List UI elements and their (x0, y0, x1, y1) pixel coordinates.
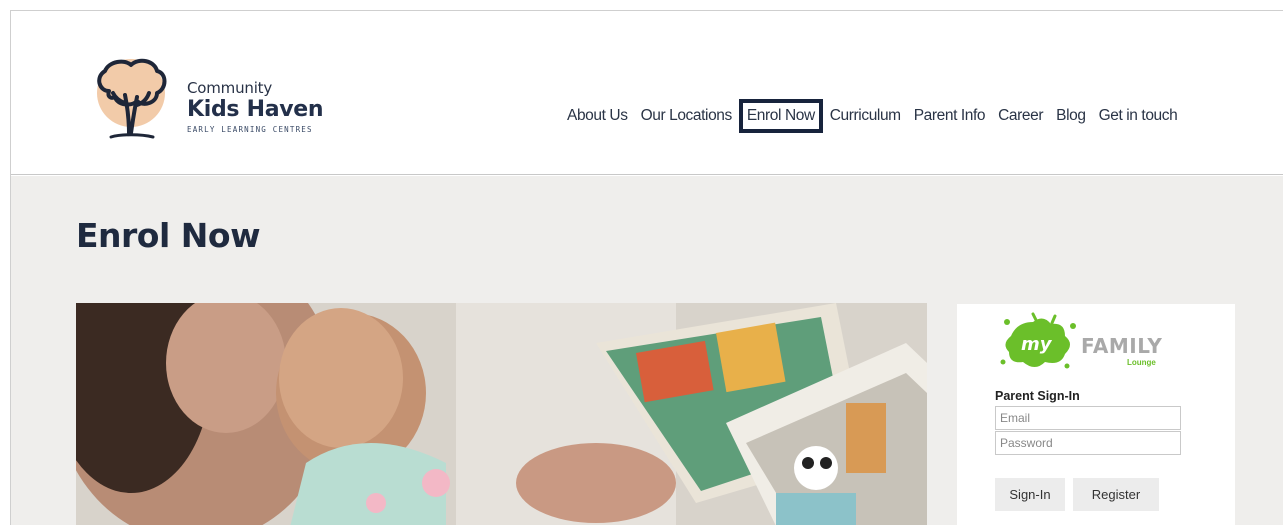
family-lounge-panel: my FAMILY Lounge Parent Sign-In Sign-In … (957, 304, 1235, 525)
brand-line-name: Kids Haven (187, 97, 324, 122)
nav-get-in-touch[interactable]: Get in touch (1099, 105, 1178, 127)
tree-logo-icon (97, 58, 167, 139)
logo-word-my: my (1021, 334, 1052, 355)
parent-signin-heading: Parent Sign-In (995, 389, 1080, 403)
main-content: Enrol Now my FAMILY Lounge Parent Sign-I… (11, 176, 1283, 525)
sign-in-button[interactable]: Sign-In (995, 478, 1065, 511)
nav-blog[interactable]: Blog (1056, 105, 1086, 127)
nav-curriculum[interactable]: Curriculum (830, 105, 901, 127)
nav-parent-info[interactable]: Parent Info (914, 105, 986, 127)
password-field[interactable] (995, 431, 1181, 455)
email-field[interactable] (995, 406, 1181, 430)
site-header: Community Kids Haven EARLY LEARNING CENT… (11, 11, 1283, 175)
register-button[interactable]: Register (1073, 478, 1159, 511)
nav-our-locations[interactable]: Our Locations (641, 105, 733, 127)
main-nav: About Us Our Locations Enrol Now Curricu… (567, 99, 1190, 133)
hero-image (76, 303, 927, 525)
logo-word-lounge: Lounge (1127, 358, 1156, 367)
brand-tagline: EARLY LEARNING CENTRES (187, 125, 313, 134)
brand-line-community: Community (187, 79, 273, 97)
browser-viewport: Community Kids Haven EARLY LEARNING CENT… (10, 10, 1283, 525)
brand-logo[interactable]: Community Kids Haven EARLY LEARNING CENT… (81, 55, 351, 151)
nav-career[interactable]: Career (998, 105, 1043, 127)
nav-about-us[interactable]: About Us (567, 105, 628, 127)
brand-wordmark: Community Kids Haven EARLY LEARNING CENT… (187, 79, 324, 134)
logo-word-family: FAMILY (1081, 334, 1163, 358)
my-family-lounge-logo: my FAMILY Lounge (997, 310, 1167, 376)
page-title: Enrol Now (76, 216, 261, 255)
hero-photo-illustration (76, 303, 927, 525)
nav-enrol-now[interactable]: Enrol Now (738, 99, 823, 133)
